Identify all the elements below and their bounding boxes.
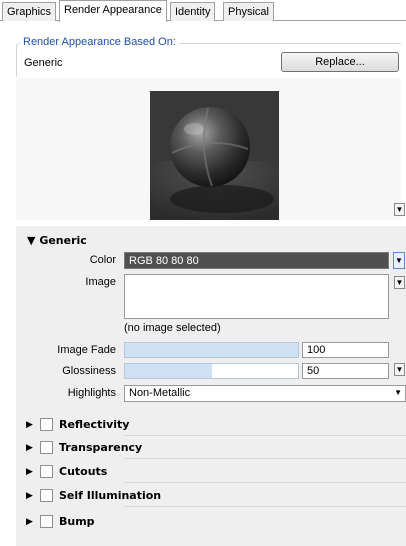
cutouts-checkbox[interactable] <box>40 465 53 478</box>
collapsed-triangle-icon[interactable]: ▶ <box>26 419 33 430</box>
bump-checkbox[interactable] <box>40 515 53 528</box>
generic-section-header[interactable]: ▼ Generic <box>27 234 87 247</box>
color-swatch[interactable]: RGB 80 80 80 <box>124 252 389 269</box>
image-fade-input[interactable]: 100 <box>302 342 389 358</box>
image-slot[interactable] <box>124 274 389 319</box>
tab-label: Physical <box>228 6 269 18</box>
glossiness-label: Glossiness <box>62 365 116 377</box>
tab-label: Render Appearance <box>64 4 162 16</box>
tab-label: Identity <box>175 6 211 18</box>
material-preview <box>150 91 279 220</box>
divider <box>124 458 406 459</box>
tab-identity[interactable]: Identity <box>170 2 216 21</box>
appearance-name: Generic <box>24 57 63 69</box>
glossiness-slider[interactable] <box>124 363 299 379</box>
image-fade-label: Image Fade <box>57 344 116 356</box>
highlights-value: Non-Metallic <box>129 387 191 399</box>
collapsed-triangle-icon[interactable]: ▶ <box>26 442 33 453</box>
tab-render-appearance[interactable]: Render Appearance <box>59 0 167 22</box>
section-label: Cutouts <box>59 465 108 478</box>
color-dropdown-button[interactable]: ▼ <box>393 252 405 269</box>
image-label: Image <box>85 276 116 288</box>
generic-section-title: Generic <box>39 234 87 247</box>
self-illumination-checkbox[interactable] <box>40 489 53 502</box>
tab-strip: Graphics Render Appearance Identity Phys… <box>0 0 406 22</box>
image-dropdown-button[interactable]: ▼ <box>394 276 405 289</box>
section-label: Self Illumination <box>59 489 162 502</box>
color-label: Color <box>89 254 116 266</box>
replace-button[interactable]: Replace... <box>281 52 399 72</box>
glossiness-fill <box>125 364 212 378</box>
group-legend: Render Appearance Based On: <box>20 36 179 48</box>
image-fade-slider[interactable] <box>124 342 299 358</box>
glossiness-input[interactable]: 50 <box>302 363 389 379</box>
divider <box>124 506 406 507</box>
divider <box>124 482 406 483</box>
glossiness-dropdown-button[interactable]: ▼ <box>394 363 405 376</box>
collapsed-triangle-icon[interactable]: ▶ <box>26 516 33 527</box>
no-image-text: (no image selected) <box>124 322 221 334</box>
chevron-down-icon: ▼ <box>394 388 402 397</box>
section-label: Reflectivity <box>59 418 130 431</box>
tab-physical[interactable]: Physical <box>223 2 274 21</box>
tab-graphics[interactable]: Graphics <box>2 2 57 21</box>
tab-label: Graphics <box>7 6 52 18</box>
material-sphere-image <box>150 91 279 220</box>
section-label: Transparency <box>59 441 143 454</box>
reflectivity-checkbox[interactable] <box>40 418 53 431</box>
highlights-label: Highlights <box>67 387 116 399</box>
divider <box>124 435 406 436</box>
preview-options-dropdown[interactable]: ▼ <box>394 203 405 216</box>
image-fade-fill <box>125 343 298 357</box>
transparency-checkbox[interactable] <box>40 441 53 454</box>
collapsed-triangle-icon[interactable]: ▶ <box>26 490 33 501</box>
highlights-select[interactable]: Non-Metallic ▼ <box>124 385 406 402</box>
expanded-triangle-icon: ▼ <box>27 234 36 247</box>
collapsed-triangle-icon[interactable]: ▶ <box>26 466 33 477</box>
section-label: Bump <box>59 515 95 528</box>
